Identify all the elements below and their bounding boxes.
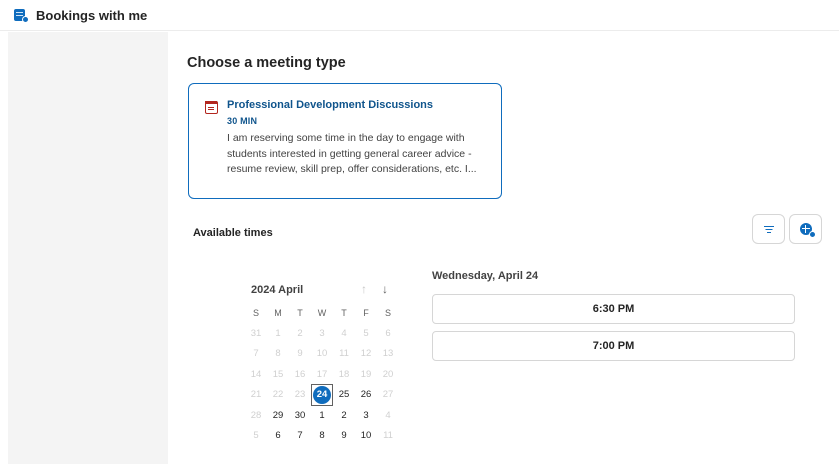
calendar-day[interactable]: 1: [311, 406, 333, 426]
calendar-week-row: 7 8 9 10 11 12 13: [245, 344, 399, 365]
calendar-day: 10: [316, 348, 328, 360]
timezone-button[interactable]: [789, 214, 822, 244]
calendar-icon: [205, 101, 218, 114]
calendar-week-row: 14 15 16 17 18 19 20: [245, 365, 399, 386]
calendar-day: 5: [253, 430, 259, 442]
weekday-label: T: [297, 308, 303, 319]
calendar-day: 17: [316, 368, 328, 380]
weekday-label: T: [341, 308, 347, 319]
next-month-arrow-icon[interactable]: ↓: [379, 282, 391, 296]
calendar-day: 16: [294, 368, 306, 380]
filter-button[interactable]: [752, 214, 785, 244]
calendar-week-row: 31 1 2 3 4 5 6: [245, 324, 399, 345]
weekday-label: F: [363, 308, 369, 319]
calendar-day: 3: [319, 327, 325, 339]
weekday-label: M: [274, 308, 282, 319]
calendar-day[interactable]: 30: [289, 406, 311, 426]
calendar-day[interactable]: 26: [355, 385, 377, 405]
calendar-day: 8: [275, 348, 281, 360]
calendar-day[interactable]: 9: [333, 426, 355, 446]
calendar-week-row: 21 22 23 24 25 26 27: [245, 384, 399, 407]
calendar-week-row: 28 29 30 1 2 3 4: [245, 406, 399, 427]
previous-month-arrow-icon[interactable]: ↑: [358, 282, 370, 296]
weekday-label: W: [317, 308, 327, 319]
time-slot-button[interactable]: 6:30 PM: [432, 294, 795, 324]
calendar-day[interactable]: 8: [311, 426, 333, 446]
calendar-day[interactable]: 3: [355, 406, 377, 426]
top-bar: Bookings with me: [0, 0, 839, 31]
calendar-grid: SMTWTFS 31 1 2 3 4 5 6 7 8 9 10 11 12 13 14 15 16 17 18 19 2…: [245, 303, 399, 447]
calendar-day: 21: [250, 389, 262, 401]
calendar-day: 5: [363, 327, 369, 339]
calendar-day: 14: [250, 368, 262, 380]
calendar-day: 20: [382, 368, 394, 380]
calendar-day: 18: [338, 368, 350, 380]
calendar-day: 27: [382, 389, 394, 401]
calendar-day: 22: [272, 389, 284, 401]
calendar-day[interactable]: 29: [267, 406, 289, 426]
calendar-day: 11: [383, 430, 393, 442]
calendar-day-selected[interactable]: 24: [311, 384, 333, 407]
weekday-label: S: [384, 308, 391, 319]
calendar-day: 11: [339, 348, 349, 360]
calendar-day[interactable]: 10: [355, 426, 377, 446]
main-panel: Choose a meeting type Professional Devel…: [169, 32, 839, 464]
time-slot-button[interactable]: 7:00 PM: [432, 331, 795, 361]
calendar-day: 23: [294, 389, 306, 401]
left-panel: [8, 32, 168, 464]
weekday-row: SMTWTFS: [245, 303, 399, 324]
calendar-day[interactable]: 25: [333, 385, 355, 405]
calendar-day: 28: [250, 409, 262, 421]
section-title: Choose a meeting type: [187, 55, 346, 71]
weekday-label: S: [252, 308, 259, 319]
calendar-day: 12: [360, 348, 372, 360]
calendar-day[interactable]: 7: [289, 426, 311, 446]
calendar-day: 9: [297, 348, 303, 360]
calendar-day: 1: [275, 327, 281, 339]
bookings-app-icon: [14, 8, 29, 23]
calendar-day: 19: [360, 368, 372, 380]
calendar-day: 15: [272, 368, 284, 380]
app-title: Bookings with me: [36, 7, 148, 23]
calendar-day: 7: [253, 348, 259, 360]
selected-date-heading: Wednesday, April 24: [432, 270, 539, 282]
meeting-description: I am reserving some time in the day to e…: [227, 132, 477, 175]
calendar-day[interactable]: 2: [333, 406, 355, 426]
meeting-duration: 30 MIN: [227, 116, 258, 126]
calendar-day: 31: [250, 327, 262, 339]
meeting-type-title: Professional Development Discussions: [227, 99, 434, 111]
calendar-day[interactable]: 6: [267, 426, 289, 446]
meeting-type-card[interactable]: Professional Development Discussions 30 …: [188, 83, 502, 199]
available-times-label: Available times: [193, 227, 273, 239]
calendar-day: 4: [341, 327, 347, 339]
calendar-day: 6: [385, 327, 391, 339]
filter-icon: [763, 225, 774, 233]
calendar-day: 4: [385, 409, 391, 421]
calendar-day: 2: [297, 327, 303, 339]
calendar-week-row: 5 6 7 8 9 10 11: [245, 426, 399, 447]
calendar-month-label: 2024 April: [251, 284, 304, 296]
calendar-day: 13: [382, 348, 394, 360]
